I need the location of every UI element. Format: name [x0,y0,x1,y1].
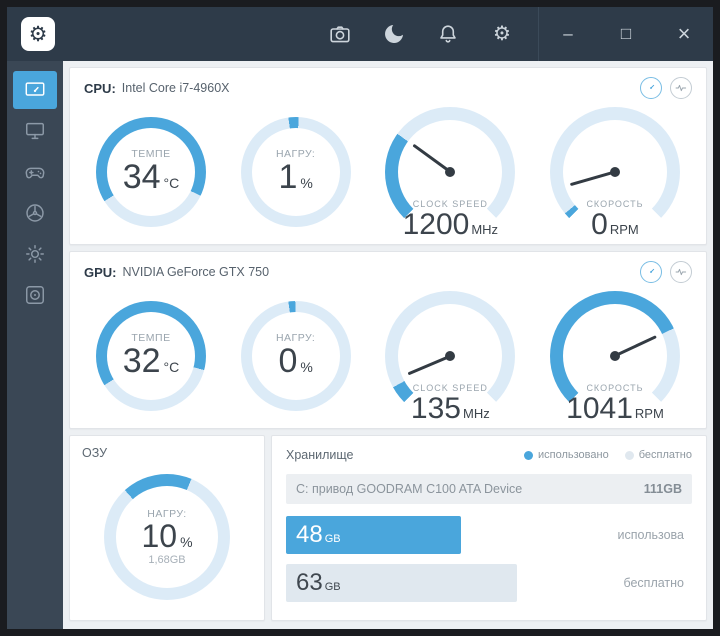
legend-free: бесплатно [624,449,692,461]
cpu-panel-header: CPU: Intel Core i7-4960X [84,77,692,99]
window-controls: – □ × [539,7,713,61]
storage-free-bar: 63 GB бесплатно [286,564,692,602]
sidebar-item-cooling[interactable] [13,194,57,232]
gauge-value: 0% [278,342,313,381]
drive-size: 111GB [643,482,682,496]
storage-legend: использовано бесплатно [524,449,692,461]
bottom-row: ОЗУ НАГРУ: 10% 1,68GB Хранилище использо… [69,435,707,621]
storage-title: Хранилище [286,448,354,462]
gpu-temperature-gauge: ТЕМПЕ 32 °C [96,301,206,411]
notifications-bell-icon[interactable] [436,22,460,46]
cpu-gauges: ТЕМПЕ 34 °C НАГРУ: 1% CLOCK SPEED 1200 M… [84,99,692,245]
gauge-value: 0 RPM [591,207,639,241]
gpu-load-gauge: НАГРУ: 0% [240,301,351,411]
titlebar: ⚙ ⚙ – □ × [7,7,713,61]
storage-header: Хранилище использовано бесплатно [286,448,692,462]
cpu-panel: CPU: Intel Core i7-4960X ТЕМПЕ 34 °C НАГ… [69,67,707,245]
storage-used-bar: 48 GB использова [286,516,692,554]
settings-gear-icon[interactable]: ⚙ [490,22,514,46]
moon-glyph [385,25,403,43]
monitoring-gauge-screen-icon [25,82,45,96]
drive-row[interactable]: C: привод GOODRAM C100 ATA Device 111GB [286,474,692,504]
close-button[interactable]: × [655,7,713,61]
sidebar-item-lighting[interactable] [13,235,57,273]
gauge-hub [609,167,620,177]
gpu-panel-header: GPU: NVIDIA GeForce GTX 750 [84,261,692,283]
main-content: CPU: Intel Core i7-4960X ТЕМПЕ 34 °C НАГ… [63,61,713,629]
storage-panel: Хранилище использовано бесплатно C: прив… [271,435,707,621]
gauge-value: 10% [141,517,193,554]
storage-used-fill: 48 GB [286,516,461,554]
storage-free-fill: 63 GB [286,564,518,602]
free-dot [624,450,634,460]
gauge-view-icon[interactable] [640,77,662,99]
screenshot-camera-icon[interactable] [328,22,352,46]
gauge-hub [609,351,620,361]
storage-used-label: использова [617,528,684,542]
cpu-fan-speed-gauge: СКОРОСТЬ 0 RPM [549,107,680,240]
gamepad-icon [25,167,45,179]
logo-gear-icon: ⚙ [28,22,48,46]
fan-icon [26,204,44,222]
minimize-button[interactable]: – [539,7,597,61]
gauge-label: СКОРОСТЬ [586,198,644,209]
cpu-label: CPU: [84,80,116,96]
graph-view-icon[interactable] [670,261,692,283]
gauge-value: 34 °C [122,158,180,197]
webcam-icon [26,286,44,304]
titlebar-icons: ⚙ [328,22,514,46]
graph-view-icon[interactable] [670,77,692,99]
gauge-value: 1041 RPM [566,391,664,425]
gpu-fan-speed-gauge: СКОРОСТЬ 1041 RPM [549,291,680,424]
gpu-panel: GPU: NVIDIA GeForce GTX 750 ТЕМПЕ 32 °C … [69,251,707,429]
ram-used-amount: 1,68GB [148,554,186,567]
gauge-value: 1200 MHz [402,207,499,241]
cpu-view-toggles [640,77,692,99]
gpu-label: GPU: [84,264,117,280]
sidebar-item-pc-specs[interactable] [13,112,57,150]
sidebar-item-camera[interactable] [13,276,57,314]
monitor-icon [26,122,44,140]
app-logo: ⚙ [21,17,55,51]
cpu-device-name: Intel Core i7-4960X [121,81,230,95]
gauge-value: 32 °C [122,342,180,381]
storage-free-label: бесплатно [623,576,684,590]
sidebar-item-games[interactable] [13,153,57,191]
cpu-temperature-gauge: ТЕМПЕ 34 °C [96,117,206,227]
gauge-value: 1% [278,158,313,197]
gauge-value: 135 MHz [410,391,490,425]
sidebar-item-monitoring[interactable] [13,71,57,109]
drive-name: C: привод GOODRAM C100 ATA Device [296,482,523,496]
cpu-clock-speed-gauge: CLOCK SPEED 1200 MHz [385,107,516,240]
sun-icon [26,245,44,263]
bell-glyph [440,25,456,43]
gpu-view-toggles [640,261,692,283]
ram-title: ОЗУ [82,446,108,460]
gpu-clock-speed-gauge: CLOCK SPEED 135 MHz [385,291,516,424]
used-dot [524,450,534,460]
gpu-gauges: ТЕМПЕ 32 °C НАГРУ: 0% CLOCK SPEED 135 MH… [84,283,692,429]
sidebar [7,61,63,629]
ram-load-gauge: НАГРУ: 10% 1,68GB [104,474,230,600]
camera-glyph [330,26,350,43]
gpu-device-name: NVIDIA GeForce GTX 750 [122,265,270,279]
legend-used: использовано [524,449,609,461]
cpu-load-gauge: НАГРУ: 1% [240,117,351,227]
ram-panel: ОЗУ НАГРУ: 10% 1,68GB [69,435,265,621]
night-mode-moon-icon[interactable] [382,22,406,46]
maximize-button[interactable]: □ [597,7,655,61]
gauge-view-icon[interactable] [640,261,662,283]
